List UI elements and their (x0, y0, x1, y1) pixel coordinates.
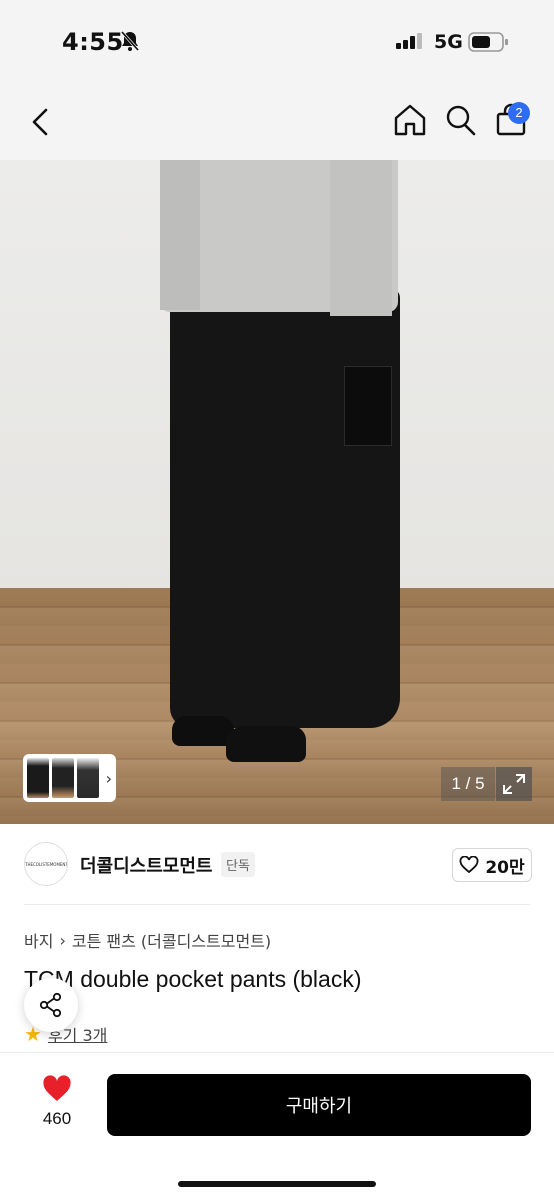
wishlist-button[interactable]: 460 (30, 1075, 84, 1129)
chevron-right-icon[interactable]: › (106, 769, 112, 788)
exclusive-tag: 단독 (221, 852, 255, 877)
thumbnail-image[interactable] (51, 758, 74, 798)
status-time: 4:55 (62, 28, 124, 56)
image-counter: 1 / 5 (441, 767, 495, 801)
expand-icon[interactable] (496, 767, 532, 801)
product-title: TCM double pocket pants (black) (24, 966, 362, 992)
top-nav-bar (0, 84, 554, 160)
cellular-signal-icon (396, 33, 422, 49)
home-indicator[interactable] (178, 1181, 376, 1187)
thumbnail-image[interactable] (27, 758, 49, 798)
share-icon (39, 992, 62, 1018)
breadcrumb: 바지 › 코튼 팬츠 (더콜디스트모먼트) (24, 928, 271, 952)
brand-row: THECOLISTEMOMENT 더콜디스트모먼트 단독 20만 (0, 824, 554, 906)
back-icon[interactable] (26, 102, 56, 142)
brand-logo[interactable]: THECOLISTEMOMENT (24, 842, 68, 886)
heart-outline-icon (459, 856, 479, 874)
product-pants-image (170, 288, 400, 728)
model-shoe (172, 716, 234, 746)
heart-filled-icon (43, 1075, 71, 1101)
brand-name[interactable]: 더콜디스트모먼트 (80, 852, 212, 878)
network-type: 5G (434, 31, 463, 53)
breadcrumb-item[interactable]: 코튼 팬츠 (더콜디스트모먼트) (72, 928, 271, 952)
share-button[interactable] (24, 978, 78, 1032)
search-icon[interactable] (444, 102, 478, 138)
thumbnail-image[interactable] (76, 758, 99, 798)
product-image-gallery[interactable] (0, 160, 554, 824)
breadcrumb-item[interactable]: 바지 (24, 928, 53, 952)
status-bar: 4:55 5G (0, 0, 554, 84)
chevron-right-icon: › (59, 930, 66, 950)
buy-button[interactable]: 구매하기 (107, 1074, 531, 1136)
model-shoe (226, 726, 306, 762)
cart-count-badge: 2 (508, 102, 530, 124)
silent-bell-icon (120, 31, 140, 51)
brand-like-count: 20만 (485, 857, 525, 878)
home-icon[interactable] (392, 102, 428, 138)
thumbnail-strip[interactable]: › (23, 754, 116, 802)
cargo-pocket (344, 366, 392, 446)
bottom-action-bar: 460 구매하기 (0, 1052, 554, 1200)
battery-icon (468, 32, 508, 52)
brand-like-button[interactable]: 20만 (452, 848, 532, 882)
divider (24, 904, 530, 905)
wishlist-count: 460 (42, 1109, 72, 1128)
